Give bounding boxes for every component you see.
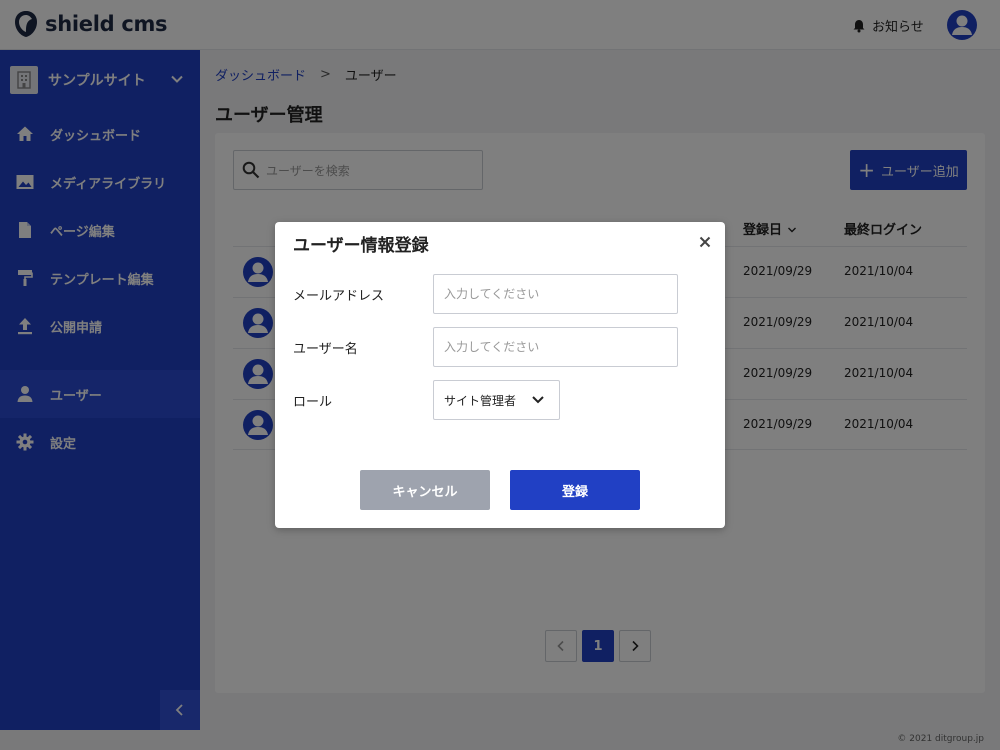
email-label: メールアドレス [293,289,385,304]
email-field[interactable] [433,274,678,314]
register-button[interactable]: 登録 [510,470,640,510]
close-icon [699,236,711,248]
user-registration-dialog: ユーザー情報登録 メールアドレス ユーザー名 ロール サイト管理者 キャンセル … [275,222,725,528]
role-selected-value: サイト管理者 [444,393,517,408]
role-label: ロール [293,395,333,410]
username-label: ユーザー名 [293,342,358,357]
close-button[interactable] [697,234,713,250]
chevron-down-icon [532,396,544,404]
username-field[interactable] [433,327,678,367]
dialog-title: ユーザー情報登録 [293,236,429,256]
role-select[interactable]: サイト管理者 [433,380,560,420]
cancel-button[interactable]: キャンセル [360,470,490,510]
